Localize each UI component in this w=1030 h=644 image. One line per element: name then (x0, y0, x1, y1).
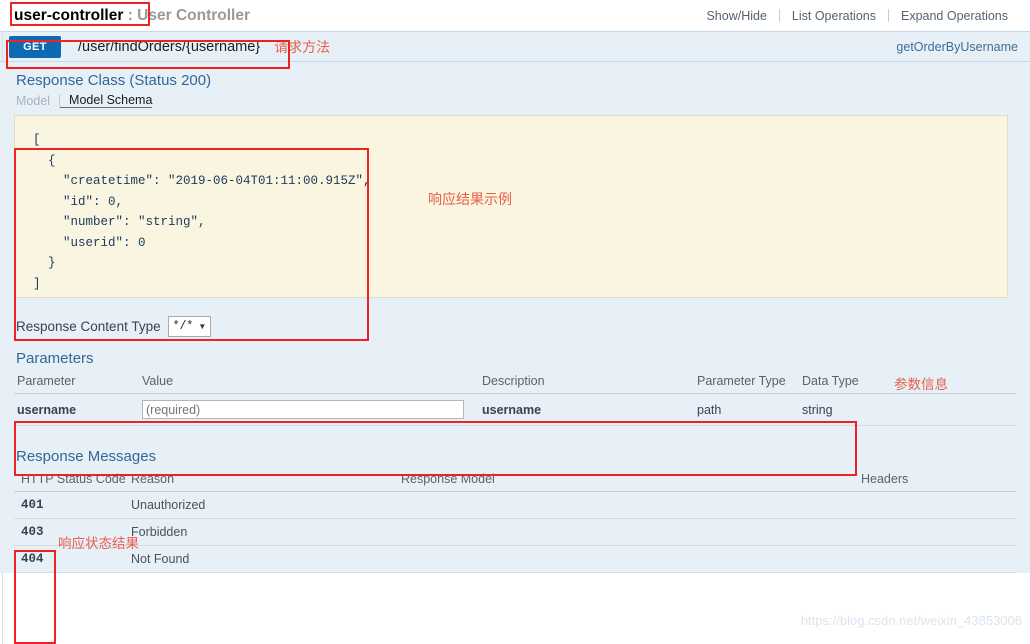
resource-header: user-controller : User Controller Show/H… (0, 0, 1030, 31)
operation-body: Response Class (Status 200) Model Model … (0, 62, 1030, 573)
resource-separator: : (123, 6, 138, 24)
status-reason: Not Found (131, 545, 401, 573)
parameters-table: Parameter Value Description Parameter Ty… (14, 371, 1016, 426)
schema-example-wrap: [ { "createtime": "2019-06-04T01:11:00.9… (14, 115, 1008, 298)
status-code: 401 (14, 491, 131, 519)
annotation-response-example: 响应结果示例 (428, 191, 512, 207)
response-messages-section: Response Messages HTTP Status Code Reaso… (14, 448, 1016, 573)
status-headers (861, 491, 1016, 519)
tab-model-schema[interactable]: Model Schema (60, 93, 153, 108)
status-headers (861, 518, 1016, 546)
parameter-name: username (14, 393, 142, 426)
parameter-data-type: string (802, 393, 897, 426)
response-content-type-label: Response Content Type (16, 319, 161, 334)
response-content-type-value: */* (172, 320, 194, 333)
annotation-parameters: 参数信息 (894, 377, 948, 392)
operation-bar[interactable]: GET /user/findOrders/{username} 请求方法 get… (0, 32, 1030, 61)
operation-path[interactable]: /user/findOrders/{username} (61, 39, 260, 55)
parameters-title: Parameters (16, 350, 94, 367)
operation-nickname[interactable]: getOrderByUsername (896, 40, 1030, 54)
parameter-description: username (482, 393, 697, 426)
response-messages-header-row: HTTP Status Code Reason Response Model H… (14, 469, 1016, 492)
status-model (401, 545, 861, 573)
parameter-row-spacer (897, 393, 1016, 426)
col-reason: Reason (131, 469, 401, 492)
status-model (401, 518, 861, 546)
col-parameter: Parameter (14, 371, 142, 394)
chevron-down-icon: ▼ (198, 322, 207, 331)
expand-operations-link[interactable]: Expand Operations (889, 9, 1020, 23)
table-row: username username path string (14, 393, 1016, 426)
table-row: 401 Unauthorized (14, 491, 1016, 519)
parameter-value-input[interactable] (142, 400, 464, 419)
parameters-section: Parameter Value Description Parameter Ty… (14, 371, 1016, 426)
response-messages-title: Response Messages (16, 448, 157, 465)
model-tabs: Model Model Schema (16, 93, 1016, 108)
tab-model[interactable]: Model (16, 94, 59, 108)
response-messages-table: HTTP Status Code Reason Response Model H… (14, 469, 1016, 573)
annotation-response-status: 响应状态结果 (58, 536, 139, 551)
col-http-status-code: HTTP Status Code (14, 469, 131, 492)
annotation-request-method: 请求方法 (274, 38, 331, 55)
http-method-badge[interactable]: GET (9, 35, 61, 58)
operation-block: GET /user/findOrders/{username} 请求方法 get… (0, 31, 1030, 62)
col-parameter-type: Parameter Type (697, 371, 802, 394)
parameters-header-row: Parameter Value Description Parameter Ty… (14, 371, 1016, 394)
table-row: 403 Forbidden (14, 518, 1016, 546)
resource-title[interactable]: user-controller : User Controller (14, 7, 250, 25)
table-row: 404 Not Found (14, 545, 1016, 573)
status-reason: Forbidden (131, 518, 401, 546)
resource-actions: Show/Hide List Operations Expand Operati… (694, 9, 1020, 23)
parameter-type: path (697, 393, 802, 426)
response-content-type-select[interactable]: */* ▼ (167, 316, 212, 337)
status-reason: Unauthorized (131, 491, 401, 519)
col-response-model: Response Model (401, 469, 861, 492)
response-class-title: Response Class (Status 200) (16, 72, 212, 89)
status-headers (861, 545, 1016, 573)
watermark: https://blog.csdn.net/weixin_43853006 (800, 613, 1022, 628)
col-headers: Headers (861, 469, 1016, 492)
col-description: Description (482, 371, 697, 394)
response-content-type-row: Response Content Type */* ▼ (16, 316, 1016, 337)
show-hide-link[interactable]: Show/Hide (694, 9, 778, 23)
col-value: Value (142, 371, 482, 394)
resource-description: User Controller (137, 6, 251, 24)
list-operations-link[interactable]: List Operations (780, 9, 888, 23)
resource-name[interactable]: user-controller (14, 7, 123, 24)
col-data-type: Data Type (802, 371, 897, 394)
parameter-value-cell (142, 393, 482, 426)
status-model (401, 491, 861, 519)
